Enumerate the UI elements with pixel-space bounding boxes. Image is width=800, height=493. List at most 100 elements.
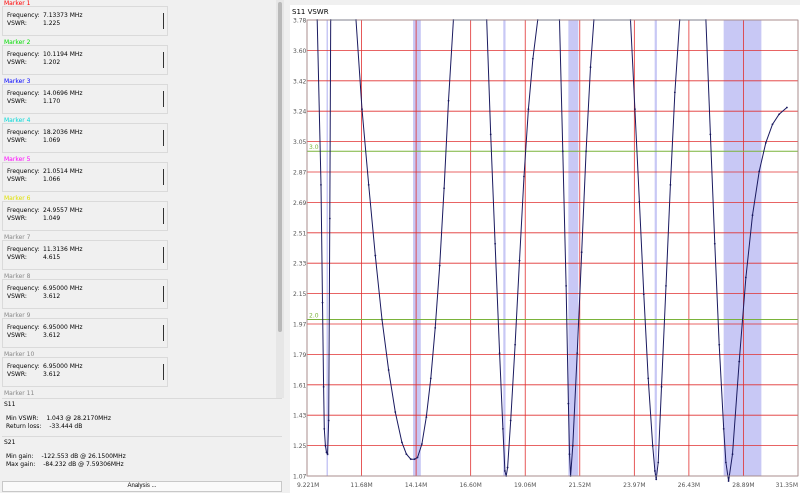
- frequency-value: 10.1194 MHz: [43, 51, 83, 58]
- vswr-point: [589, 66, 592, 69]
- vswr-point: [328, 217, 331, 220]
- max-gain-label: Max gain:: [6, 461, 36, 468]
- x-tick-label: 28.89M: [732, 482, 754, 489]
- vswr-point: [324, 444, 327, 447]
- x-tick-label: 11.68M: [350, 482, 372, 489]
- vswr-point: [506, 466, 509, 469]
- vswr-point: [413, 458, 416, 461]
- marker-level-indicator: [163, 169, 164, 185]
- marker-readout: Frequency: 6.95000 MHz VSWR: 3.612: [2, 279, 168, 309]
- vswr-point: [727, 480, 730, 482]
- min-gain-label: Min gain:: [6, 453, 34, 460]
- marker-list-scrollbar[interactable]: [276, 0, 284, 398]
- vswr-value: 1.066: [43, 176, 61, 183]
- vswr-point: [325, 451, 328, 454]
- marker-level-indicator: [163, 208, 164, 224]
- analysis-button[interactable]: Analysis ...: [2, 481, 282, 492]
- vswr-point: [503, 470, 506, 472]
- vswr-point: [518, 259, 521, 262]
- vswr-point: [416, 456, 419, 459]
- min-gain-row: Min gain: -122.553 dB @ 26.1500MHz: [6, 453, 126, 460]
- marker-item[interactable]: Marker 2 Frequency: 10.1194 MHz VSWR: 1.202: [0, 39, 276, 78]
- marker-item[interactable]: Marker 1 Frequency: 7.13373 MHz VSWR: 1.225: [0, 0, 276, 39]
- frequency-label: Frequency:: [7, 12, 40, 19]
- vswr-label: VSWR:: [7, 215, 27, 222]
- band-highlight: [413, 20, 421, 476]
- vswr-point: [713, 242, 716, 245]
- marker-item[interactable]: Marker 6 Frequency: 24.9557 MHz VSWR: 1.049: [0, 195, 276, 234]
- x-tick-label: 19.06M: [514, 482, 536, 489]
- frequency-label: Frequency:: [7, 207, 40, 214]
- vswr-point: [494, 242, 497, 245]
- vswr-point: [326, 453, 329, 456]
- frequency-label: Frequency:: [7, 285, 40, 292]
- marker-readout: Frequency: 24.9557 MHz VSWR: 1.049: [2, 201, 168, 231]
- vswr-point: [731, 453, 734, 456]
- marker-item[interactable]: Marker 10 Frequency: 6.95000 MHz VSWR: 3.612: [0, 351, 276, 390]
- vswr-point: [447, 99, 450, 102]
- y-tick-label: 3.78: [293, 18, 307, 25]
- marker-level-indicator: [163, 325, 164, 341]
- frequency-label: Frequency:: [7, 90, 40, 97]
- scrollbar-thumb[interactable]: [278, 2, 282, 332]
- vswr-label: VSWR:: [7, 293, 27, 300]
- band-highlight: [568, 20, 579, 476]
- vswr-label: VSWR:: [7, 176, 27, 183]
- marker-item[interactable]: Marker 7 Frequency: 11.3136 MHz VSWR: 4.615: [0, 234, 276, 273]
- vswr-point: [647, 377, 650, 380]
- x-tick-label: 26.43M: [678, 482, 700, 489]
- marker-readout: Frequency: 11.3136 MHz VSWR: 4.615: [2, 240, 168, 270]
- vswr-point: [709, 133, 712, 136]
- vswr-point: [758, 170, 761, 173]
- vswr-label: VSWR:: [7, 98, 27, 105]
- marker-item[interactable]: Marker 8 Frequency: 6.95000 MHz VSWR: 3.612: [0, 273, 276, 312]
- marker-item[interactable]: Marker 11: [0, 390, 276, 398]
- vswr-label: VSWR:: [7, 254, 27, 261]
- marker-level-indicator: [163, 13, 164, 29]
- y-tick-label: 2.15: [293, 291, 307, 298]
- marker-readout: Frequency: 14.0696 MHz VSWR: 1.170: [2, 84, 168, 114]
- vswr-point: [655, 478, 658, 481]
- frequency-value: 6.95000 MHz: [43, 285, 83, 292]
- vswr-value: 3.612: [43, 371, 61, 378]
- vswr-value: 1.170: [43, 98, 61, 105]
- vswr-point: [642, 293, 645, 296]
- vswr-point: [571, 444, 574, 447]
- y-tick-label: 3.05: [293, 139, 307, 146]
- s21-title: S21: [4, 439, 16, 446]
- vswr-point: [786, 106, 788, 109]
- vswr-point: [438, 264, 441, 267]
- vswr-point: [665, 284, 667, 287]
- vswr-value: 3.612: [43, 332, 61, 339]
- reference-line-label: 2.0: [309, 313, 319, 320]
- vswr-point: [323, 427, 326, 430]
- vswr-point: [527, 108, 530, 111]
- vswr-point: [321, 301, 324, 304]
- vswr-point: [401, 441, 403, 444]
- frequency-label: Frequency:: [7, 246, 40, 253]
- marker-readout: Frequency: 18.2036 MHz VSWR: 1.069: [2, 123, 168, 153]
- vswr-point: [381, 318, 383, 321]
- max-gain-value: -84.232 dB @ 7.59306MHz: [43, 461, 124, 468]
- marker-item[interactable]: Marker 4 Frequency: 18.2036 MHz VSWR: 1.069: [0, 117, 276, 156]
- marker-item[interactable]: Marker 3 Frequency: 14.0696 MHz VSWR: 1.170: [0, 78, 276, 117]
- vswr-point: [320, 184, 322, 186]
- vswr-chart[interactable]: S11 VSWR 3.78 3.60 3.42 3.24 3.05 2.87 2.69 2.51…: [290, 5, 800, 493]
- vswr-point: [367, 184, 370, 186]
- vswr-value: 1.202: [43, 59, 61, 66]
- y-tick-label: 2.87: [293, 170, 307, 177]
- band-highlight: [723, 20, 762, 476]
- frequency-label: Frequency:: [7, 168, 40, 175]
- marker-item[interactable]: Marker 5 Frequency: 21.0514 MHz VSWR: 1.066: [0, 156, 276, 195]
- marker-level-indicator: [163, 130, 164, 146]
- vswr-point: [561, 150, 564, 153]
- vswr-value: 1.049: [43, 215, 61, 222]
- marker-item[interactable]: Marker 9 Frequency: 6.95000 MHz VSWR: 3.612: [0, 312, 276, 351]
- frequency-value: 7.13373 MHz: [43, 12, 83, 19]
- vswr-point: [638, 200, 641, 203]
- x-tick-label: 23.97M: [623, 482, 645, 489]
- marker-readout: Frequency: 6.95000 MHz VSWR: 3.612: [2, 357, 168, 387]
- s21-summary: S21 Min gain: -122.553 dB @ 26.1500MHz M…: [2, 436, 282, 478]
- vswr-label: VSWR:: [7, 371, 27, 378]
- vswr-point: [405, 453, 408, 456]
